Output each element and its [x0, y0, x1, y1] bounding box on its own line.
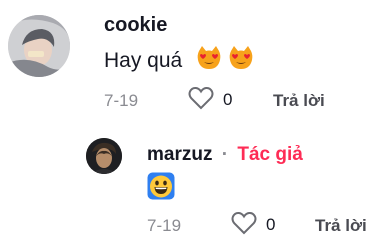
comment-username[interactable]: cookie [104, 14, 167, 37]
comment-username[interactable]: marzuz [147, 144, 212, 165]
heart-eyes-cat-icon [196, 45, 222, 77]
author-badge: Tác giả [237, 144, 303, 165]
like-button[interactable]: 0 [231, 211, 276, 240]
reply-comment-item: marzuz · Tác giả 7-19 0 Trả lời [0, 128, 388, 243]
heart-icon [188, 86, 214, 115]
comment-text [147, 172, 175, 200]
avatar[interactable] [8, 15, 70, 77]
heart-eyes-cat-icon [228, 45, 254, 77]
reply-button[interactable]: Trả lời [273, 91, 325, 111]
reply-username-line: marzuz · Tác giả [147, 144, 303, 166]
separator-dot: · [221, 144, 229, 165]
avatar[interactable] [86, 138, 122, 174]
like-button[interactable]: 0 [188, 86, 233, 115]
comment-body: Hay quá [104, 49, 183, 72]
comment-date: 7-19 [104, 91, 139, 110]
reply-button[interactable]: Trả lời [315, 216, 367, 236]
comment-item: cookie Hay quá 7-19 0 Trả lời [0, 0, 388, 120]
user-photo [8, 15, 70, 77]
like-count: 0 [223, 90, 233, 109]
grinning-face-icon [147, 172, 175, 205]
heart-icon [231, 211, 257, 240]
like-count: 0 [266, 215, 276, 234]
user-photo [86, 138, 122, 174]
comment-text: Hay quá [104, 45, 254, 77]
comment-date: 7-19 [147, 216, 182, 235]
